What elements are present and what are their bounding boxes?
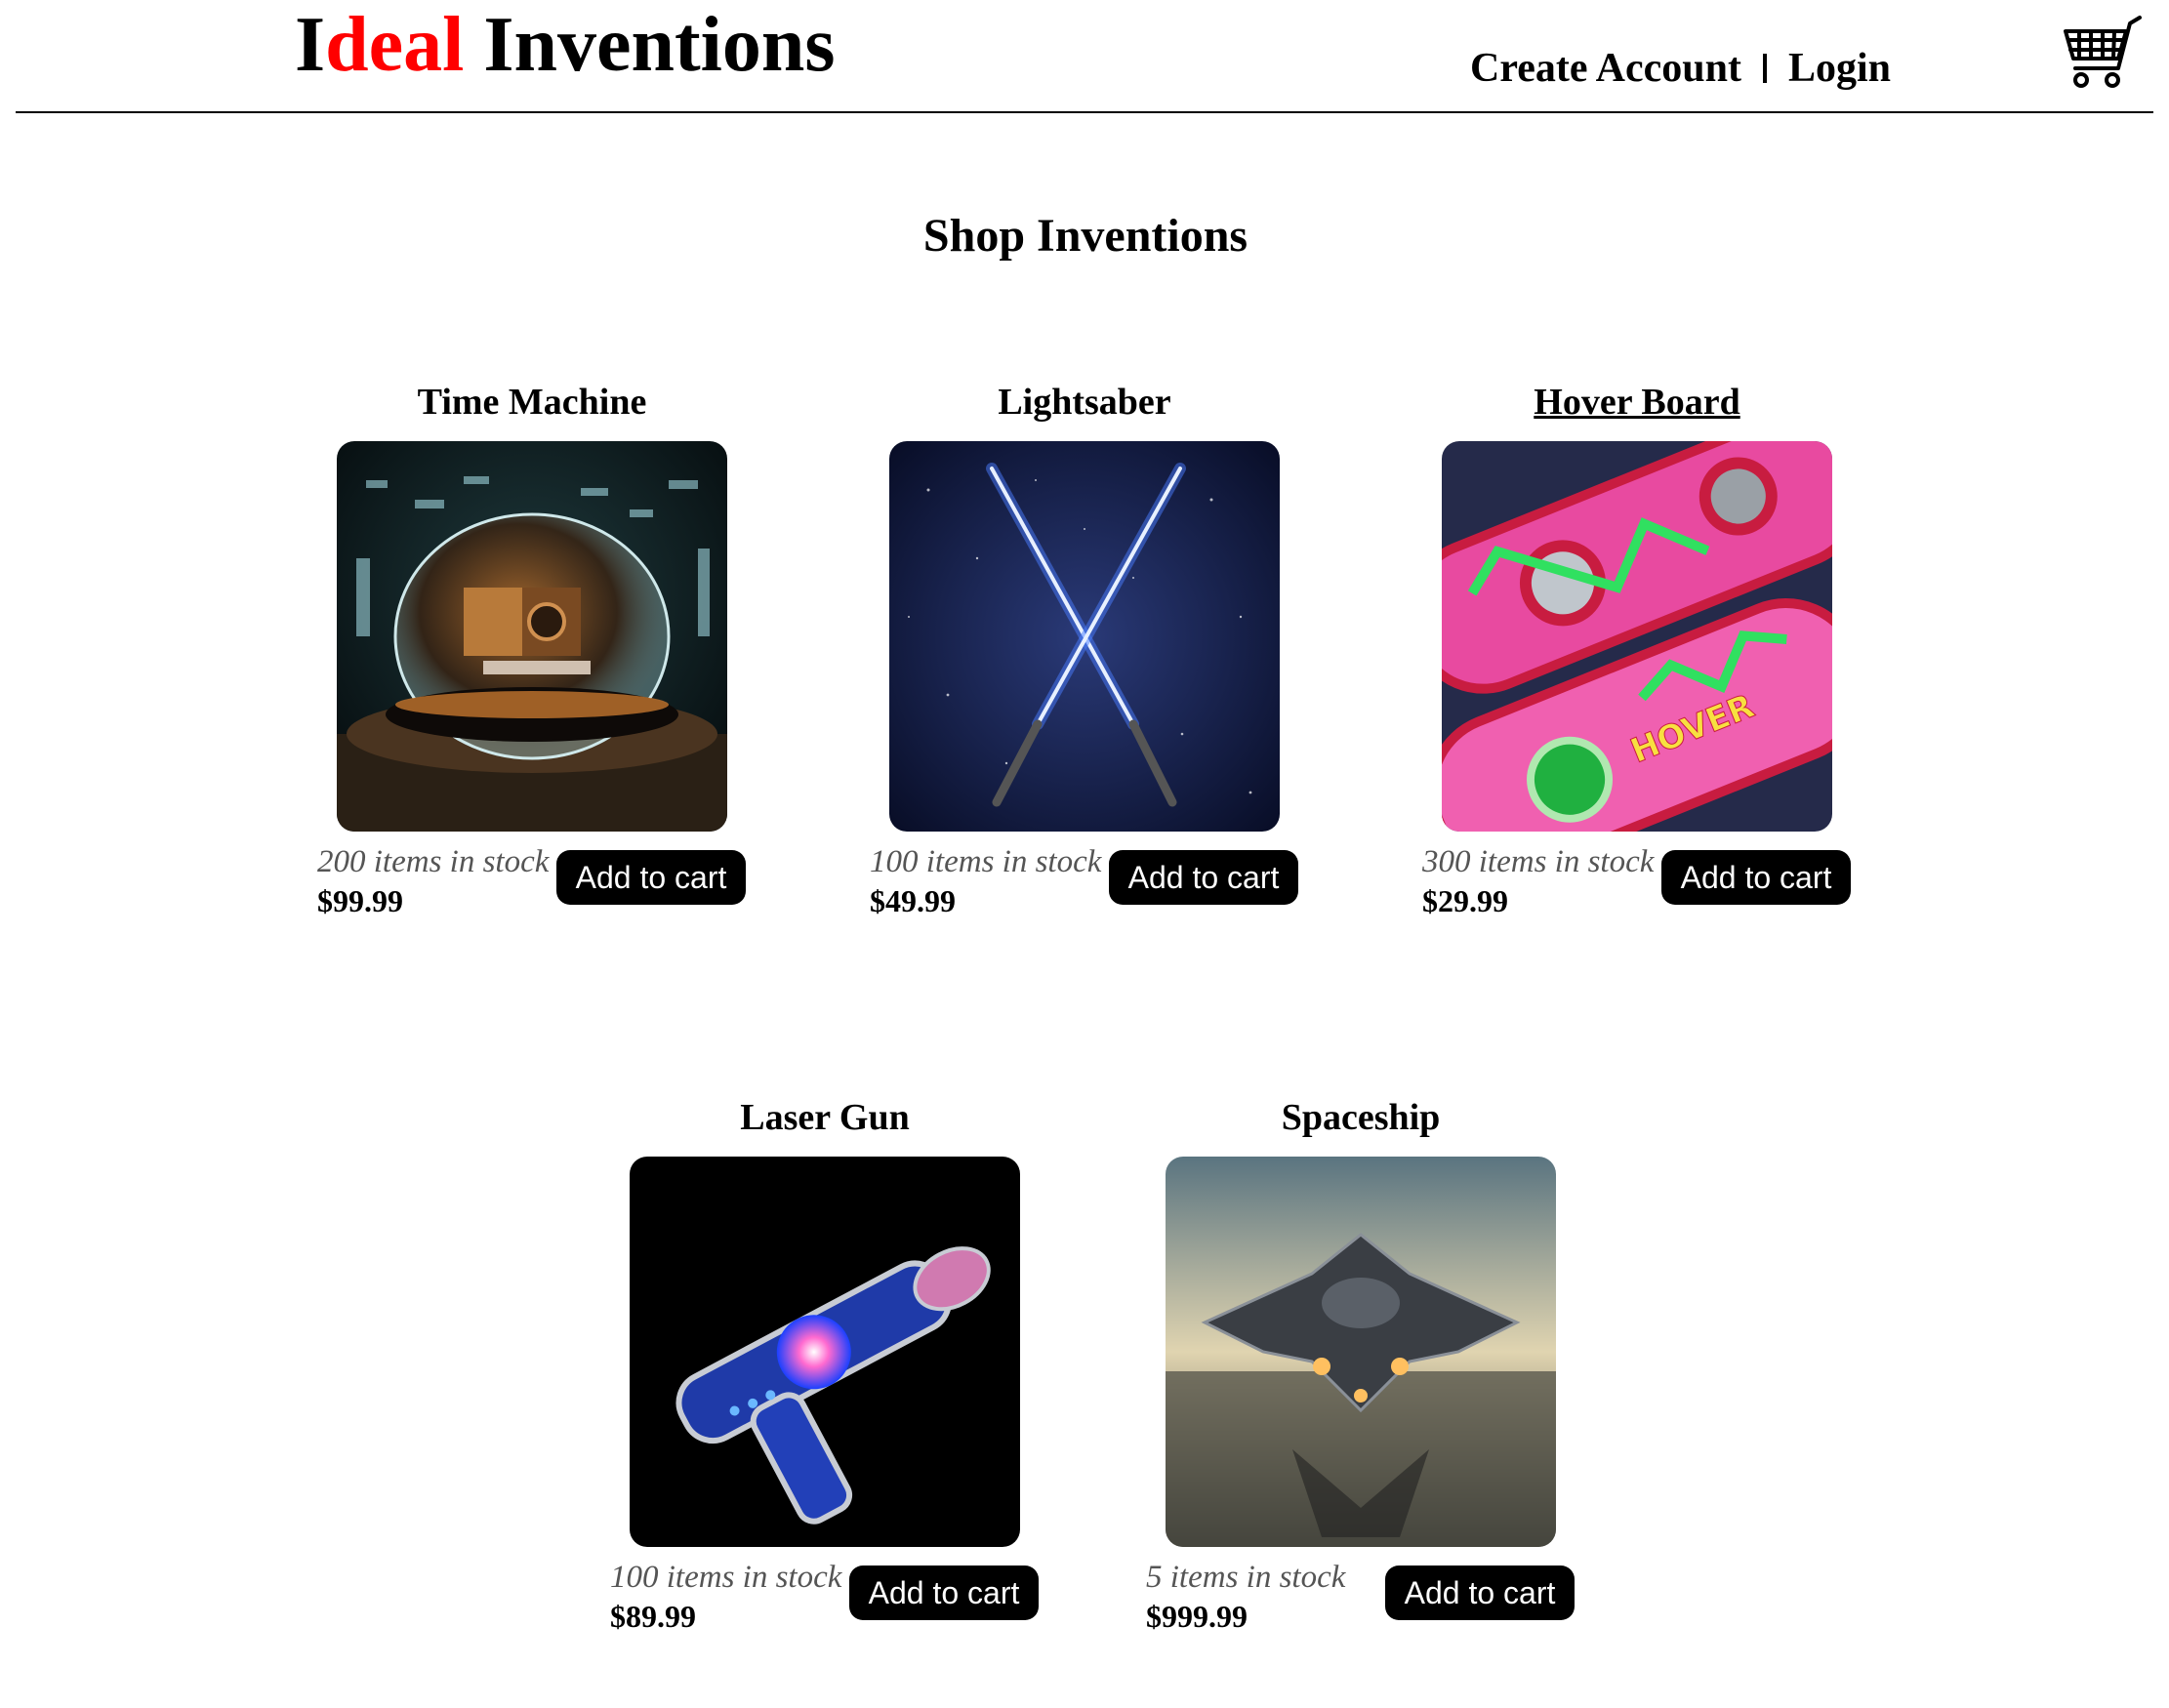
product-image-time-machine[interactable] xyxy=(337,441,727,832)
product-price: $99.99 xyxy=(317,883,403,918)
product-name[interactable]: Spaceship xyxy=(1146,1099,1576,1136)
nav-divider xyxy=(1762,54,1767,83)
stock-count: 100 items in stock xyxy=(870,844,1102,879)
product-name[interactable]: Time Machine xyxy=(317,384,747,421)
stock-count: 300 items in stock xyxy=(1422,844,1655,879)
product-image-hover-board[interactable]: HOVER xyxy=(1442,441,1832,832)
product-card-laser-gun: Laser Gun 100 items in stock $89.99 Add … xyxy=(610,1099,1040,1632)
add-to-cart-button[interactable]: Add to cart xyxy=(556,850,746,905)
logo-letter: I xyxy=(295,2,326,88)
product-card-hover-board: Hover Board HOVER 300 items in stock $29… xyxy=(1422,384,1852,916)
product-price: $29.99 xyxy=(1422,883,1508,918)
add-to-cart-button[interactable]: Add to cart xyxy=(1385,1566,1575,1620)
product-card-time-machine: Time Machine 200 items in stock $99.99 A… xyxy=(317,384,747,916)
product-image-spaceship[interactable] xyxy=(1166,1157,1556,1547)
product-name[interactable]: Lightsaber xyxy=(870,384,1299,421)
product-card-spaceship: Spaceship 5 items in stock $999.99 Add t… xyxy=(1146,1099,1576,1632)
product-name[interactable]: Laser Gun xyxy=(610,1099,1040,1136)
add-to-cart-button[interactable]: Add to cart xyxy=(1661,850,1851,905)
logo-text: Inventions xyxy=(464,2,836,88)
product-price: $49.99 xyxy=(870,883,956,918)
product-price: $89.99 xyxy=(610,1599,696,1634)
account-nav: Create Account Login xyxy=(1470,45,1891,92)
product-name[interactable]: Hover Board xyxy=(1422,384,1852,421)
site-logo[interactable]: Ideal Inventions xyxy=(295,6,836,84)
product-price: $999.99 xyxy=(1146,1599,1248,1634)
page-title: Shop Inventions xyxy=(922,210,1248,262)
shopping-cart-icon[interactable] xyxy=(2062,10,2142,94)
add-to-cart-button[interactable]: Add to cart xyxy=(849,1566,1039,1620)
create-account-link[interactable]: Create Account xyxy=(1470,45,1741,92)
product-image-laser-gun[interactable] xyxy=(630,1157,1020,1547)
product-card-lightsaber: Lightsaber 100 items in stock $49.99 Add… xyxy=(870,384,1299,916)
add-to-cart-button[interactable]: Add to cart xyxy=(1109,850,1298,905)
login-link[interactable]: Login xyxy=(1788,45,1891,92)
site-header: Ideal Inventions Create Account Login xyxy=(16,0,2153,113)
stock-count: 100 items in stock xyxy=(610,1560,842,1595)
logo-accent-text: deal xyxy=(325,2,465,88)
stock-count: 5 items in stock xyxy=(1146,1560,1346,1595)
product-image-lightsaber[interactable] xyxy=(889,441,1280,832)
stock-count: 200 items in stock xyxy=(317,844,550,879)
